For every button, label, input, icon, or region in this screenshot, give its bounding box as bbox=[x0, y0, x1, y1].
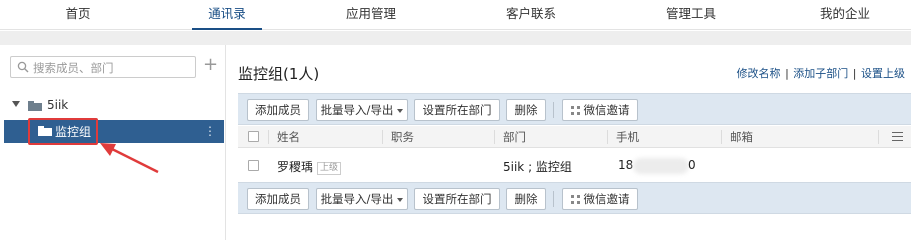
table-header: 姓名 职务 部门 手机 邮箱 bbox=[238, 126, 911, 148]
delete-button[interactable]: 删除 bbox=[506, 188, 546, 210]
status-badge: 上级 bbox=[317, 162, 342, 175]
annotation-highlight-box bbox=[28, 118, 98, 145]
button-label: 批量导入/导出 bbox=[320, 103, 394, 117]
column-divider bbox=[878, 130, 879, 144]
page-title: 监控组(1人) bbox=[238, 65, 320, 83]
add-member-button[interactable]: 添加成员 bbox=[247, 99, 309, 121]
button-label: 添加成员 bbox=[255, 192, 301, 206]
link-separator: | bbox=[785, 67, 789, 80]
member-phone-prefix: 18 bbox=[618, 158, 634, 172]
set-department-button[interactable]: 设置所在部门 bbox=[414, 188, 500, 210]
dropdown-arrow-icon bbox=[397, 197, 404, 202]
column-settings-icon[interactable] bbox=[892, 132, 903, 142]
column-header-email[interactable]: 邮箱 bbox=[730, 129, 753, 145]
header-gap bbox=[0, 31, 911, 45]
tree-node-label: 5iik bbox=[47, 98, 69, 112]
member-name[interactable]: 罗稷瑀 bbox=[277, 160, 313, 174]
tab-home[interactable]: 首页 bbox=[23, 0, 133, 30]
column-divider bbox=[607, 130, 608, 144]
toolbar-bottom: 添加成员 批量导入/导出 设置所在部门 删除 微信邀请 bbox=[238, 182, 911, 214]
button-label: 添加成员 bbox=[255, 103, 301, 117]
member-phone-suffix: 0 bbox=[688, 158, 696, 172]
search-input[interactable]: 搜索成员、部门 bbox=[10, 56, 196, 78]
tab-customer-contact[interactable]: 客户联系 bbox=[476, 0, 586, 30]
button-label: 删除 bbox=[514, 192, 538, 206]
grid-icon bbox=[570, 106, 580, 115]
tab-management-tools[interactable]: 管理工具 bbox=[636, 0, 746, 30]
toolbar-top: 添加成员 批量导入/导出 设置所在部门 删除 微信邀请 bbox=[238, 93, 911, 125]
toolbar-divider bbox=[553, 191, 554, 207]
column-header-phone[interactable]: 手机 bbox=[616, 129, 639, 145]
row-checkbox[interactable] bbox=[248, 160, 259, 171]
tab-my-enterprise[interactable]: 我的企业 bbox=[790, 0, 900, 30]
button-label: 设置所在部门 bbox=[422, 192, 492, 206]
tab-contacts[interactable]: 通讯录 bbox=[172, 0, 282, 30]
set-department-button[interactable]: 设置所在部门 bbox=[414, 99, 500, 121]
button-label: 设置所在部门 bbox=[422, 103, 492, 117]
column-header-title[interactable]: 职务 bbox=[391, 129, 414, 145]
column-divider bbox=[494, 130, 495, 144]
caret-down-icon[interactable] bbox=[12, 101, 20, 107]
search-placeholder: 搜索成员、部门 bbox=[33, 61, 114, 75]
grid-icon bbox=[570, 195, 580, 204]
button-label: 删除 bbox=[514, 103, 538, 117]
column-divider bbox=[721, 130, 722, 144]
batch-import-export-button[interactable]: 批量导入/导出 bbox=[316, 99, 408, 121]
main-panel: 监控组(1人) 修改名称 | 添加子部门 | 设置上级 添加成员 批量导入/导出… bbox=[227, 45, 911, 240]
plus-icon[interactable]: + bbox=[203, 55, 218, 75]
delete-button[interactable]: 删除 bbox=[506, 99, 546, 121]
member-department: 5iik ; 监控组 bbox=[503, 160, 572, 174]
column-divider bbox=[382, 130, 383, 144]
wechat-invite-button[interactable]: 微信邀请 bbox=[562, 188, 638, 210]
button-label: 微信邀请 bbox=[583, 192, 630, 206]
add-subdepartment-link[interactable]: 添加子部门 bbox=[793, 67, 848, 80]
button-label: 微信邀请 bbox=[583, 103, 630, 117]
table-row[interactable]: 罗稷瑀 上级 5iik ; 监控组 18 0 bbox=[238, 149, 911, 182]
wechat-invite-button[interactable]: 微信邀请 bbox=[562, 99, 638, 121]
link-separator: | bbox=[852, 67, 857, 80]
folder-icon bbox=[28, 101, 42, 111]
column-divider bbox=[268, 130, 269, 144]
dropdown-arrow-icon bbox=[397, 108, 404, 113]
column-header-department[interactable]: 部门 bbox=[503, 129, 526, 145]
set-parent-link[interactable]: 设置上级 bbox=[861, 67, 905, 80]
button-label: 批量导入/导出 bbox=[320, 192, 394, 206]
tab-app-management[interactable]: 应用管理 bbox=[316, 0, 426, 30]
rename-link[interactable]: 修改名称 bbox=[737, 67, 781, 80]
department-sidebar: 搜索成员、部门 + 5iik 监控组 ⋮ bbox=[0, 45, 226, 240]
add-member-button[interactable]: 添加成员 bbox=[247, 188, 309, 210]
top-nav: 首页 通讯录 应用管理 客户联系 管理工具 我的企业 bbox=[0, 0, 911, 30]
department-actions: 修改名称 | 添加子部门 | 设置上级 bbox=[737, 65, 905, 81]
more-options-icon[interactable]: ⋮ bbox=[204, 123, 216, 139]
member-name-cell: 罗稷瑀 上级 bbox=[277, 158, 342, 175]
search-icon bbox=[17, 61, 29, 73]
annotation-arrow-icon bbox=[100, 143, 159, 174]
select-all-checkbox[interactable] bbox=[248, 131, 259, 142]
redacted-phone bbox=[633, 158, 689, 174]
column-header-name[interactable]: 姓名 bbox=[277, 129, 300, 145]
batch-import-export-button[interactable]: 批量导入/导出 bbox=[316, 188, 408, 210]
toolbar-divider bbox=[553, 102, 554, 118]
